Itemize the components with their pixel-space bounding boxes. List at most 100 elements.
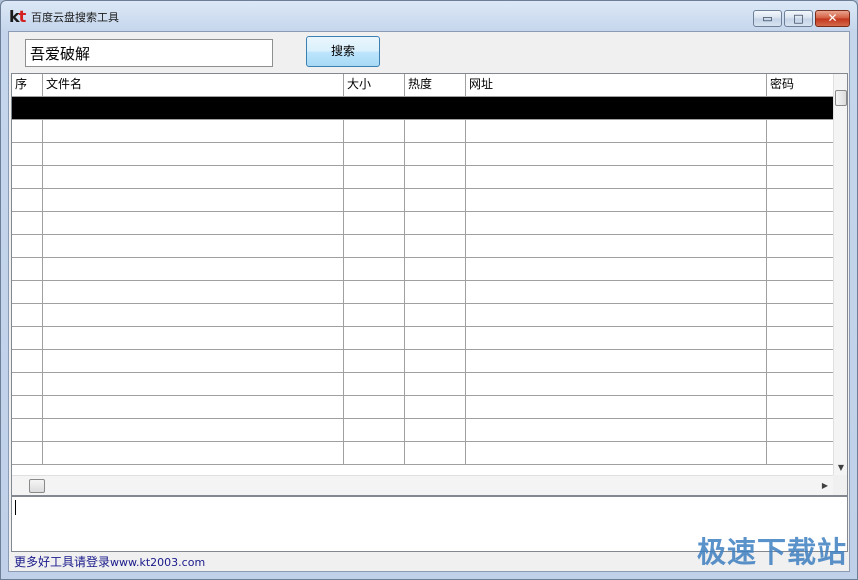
table-cell[interactable]: [43, 350, 344, 372]
column-header-size[interactable]: 大小: [344, 74, 405, 96]
table-row[interactable]: [12, 373, 833, 396]
table-cell[interactable]: [405, 143, 466, 165]
column-header-heat[interactable]: 热度: [405, 74, 466, 96]
table-cell[interactable]: [405, 442, 466, 464]
table-cell[interactable]: [12, 373, 43, 395]
table-cell[interactable]: [43, 166, 344, 188]
table-cell[interactable]: [405, 327, 466, 349]
table-cell[interactable]: [344, 189, 405, 211]
table-cell[interactable]: [344, 396, 405, 418]
table-cell[interactable]: [767, 143, 833, 165]
table-cell[interactable]: [466, 166, 767, 188]
table-cell[interactable]: [12, 281, 43, 303]
table-cell[interactable]: [405, 373, 466, 395]
table-cell[interactable]: [43, 419, 344, 441]
table-cell[interactable]: [767, 304, 833, 326]
table-cell[interactable]: [43, 396, 344, 418]
table-cell[interactable]: [466, 143, 767, 165]
table-row[interactable]: [12, 258, 833, 281]
table-cell[interactable]: [344, 281, 405, 303]
search-input[interactable]: [25, 39, 273, 67]
table-cell[interactable]: [466, 97, 767, 119]
table-cell[interactable]: [43, 327, 344, 349]
table-cell[interactable]: [43, 258, 344, 280]
table-cell[interactable]: [344, 258, 405, 280]
table-cell[interactable]: [344, 143, 405, 165]
table-cell[interactable]: [466, 373, 767, 395]
table-cell[interactable]: [344, 120, 405, 142]
table-cell[interactable]: [405, 304, 466, 326]
table-cell[interactable]: [12, 258, 43, 280]
table-row[interactable]: [12, 97, 833, 120]
table-row[interactable]: [12, 419, 833, 442]
vertical-scroll-thumb[interactable]: [835, 90, 847, 106]
column-header-index[interactable]: 序: [12, 74, 43, 96]
table-cell[interactable]: [12, 166, 43, 188]
table-cell[interactable]: [12, 143, 43, 165]
horizontal-scroll-thumb[interactable]: [29, 479, 45, 493]
table-cell[interactable]: [405, 281, 466, 303]
table-cell[interactable]: [12, 120, 43, 142]
table-cell[interactable]: [767, 166, 833, 188]
table-cell[interactable]: [43, 120, 344, 142]
title-bar[interactable]: kt 百度云盘搜索工具 ▭ □ ✕: [1, 1, 857, 31]
table-cell[interactable]: [43, 97, 344, 119]
horizontal-scrollbar[interactable]: ▶: [12, 475, 833, 495]
vertical-scrollbar[interactable]: ▼: [833, 74, 847, 475]
table-cell[interactable]: [12, 327, 43, 349]
maximize-button[interactable]: □: [784, 10, 813, 27]
scroll-down-arrow-icon[interactable]: ▼: [834, 461, 847, 475]
table-cell[interactable]: [43, 281, 344, 303]
table-cell[interactable]: [405, 419, 466, 441]
table-cell[interactable]: [405, 235, 466, 257]
table-cell[interactable]: [767, 373, 833, 395]
table-cell[interactable]: [767, 212, 833, 234]
table-cell[interactable]: [344, 235, 405, 257]
table-cell[interactable]: [767, 97, 833, 119]
table-cell[interactable]: [344, 327, 405, 349]
table-cell[interactable]: [405, 120, 466, 142]
table-row[interactable]: [12, 396, 833, 419]
table-cell[interactable]: [466, 258, 767, 280]
table-cell[interactable]: [43, 189, 344, 211]
table-cell[interactable]: [12, 304, 43, 326]
table-row[interactable]: [12, 327, 833, 350]
table-cell[interactable]: [767, 419, 833, 441]
results-table[interactable]: 序 文件名 大小 热度 网址 密码 ▼ ▶: [11, 73, 848, 496]
table-row[interactable]: [12, 281, 833, 304]
table-cell[interactable]: [767, 235, 833, 257]
table-cell[interactable]: [405, 166, 466, 188]
table-cell[interactable]: [344, 97, 405, 119]
table-cell[interactable]: [344, 212, 405, 234]
table-cell[interactable]: [405, 258, 466, 280]
table-row[interactable]: [12, 442, 833, 465]
table-cell[interactable]: [43, 235, 344, 257]
table-cell[interactable]: [43, 373, 344, 395]
table-cell[interactable]: [405, 396, 466, 418]
table-cell[interactable]: [43, 212, 344, 234]
table-cell[interactable]: [344, 442, 405, 464]
close-button[interactable]: ✕: [815, 10, 850, 27]
table-cell[interactable]: [12, 212, 43, 234]
column-header-url[interactable]: 网址: [466, 74, 767, 96]
table-cell[interactable]: [43, 143, 344, 165]
table-cell[interactable]: [466, 304, 767, 326]
table-cell[interactable]: [767, 189, 833, 211]
table-cell[interactable]: [466, 281, 767, 303]
table-cell[interactable]: [344, 350, 405, 372]
table-cell[interactable]: [466, 235, 767, 257]
table-cell[interactable]: [12, 97, 43, 119]
column-header-filename[interactable]: 文件名: [43, 74, 344, 96]
minimize-button[interactable]: ▭: [753, 10, 782, 27]
table-cell[interactable]: [344, 304, 405, 326]
table-row[interactable]: [12, 350, 833, 373]
table-cell[interactable]: [12, 350, 43, 372]
table-cell[interactable]: [43, 442, 344, 464]
table-cell[interactable]: [405, 350, 466, 372]
table-cell[interactable]: [405, 212, 466, 234]
table-cell[interactable]: [767, 120, 833, 142]
table-cell[interactable]: [344, 373, 405, 395]
table-cell[interactable]: [767, 258, 833, 280]
table-cell[interactable]: [767, 350, 833, 372]
table-cell[interactable]: [466, 396, 767, 418]
